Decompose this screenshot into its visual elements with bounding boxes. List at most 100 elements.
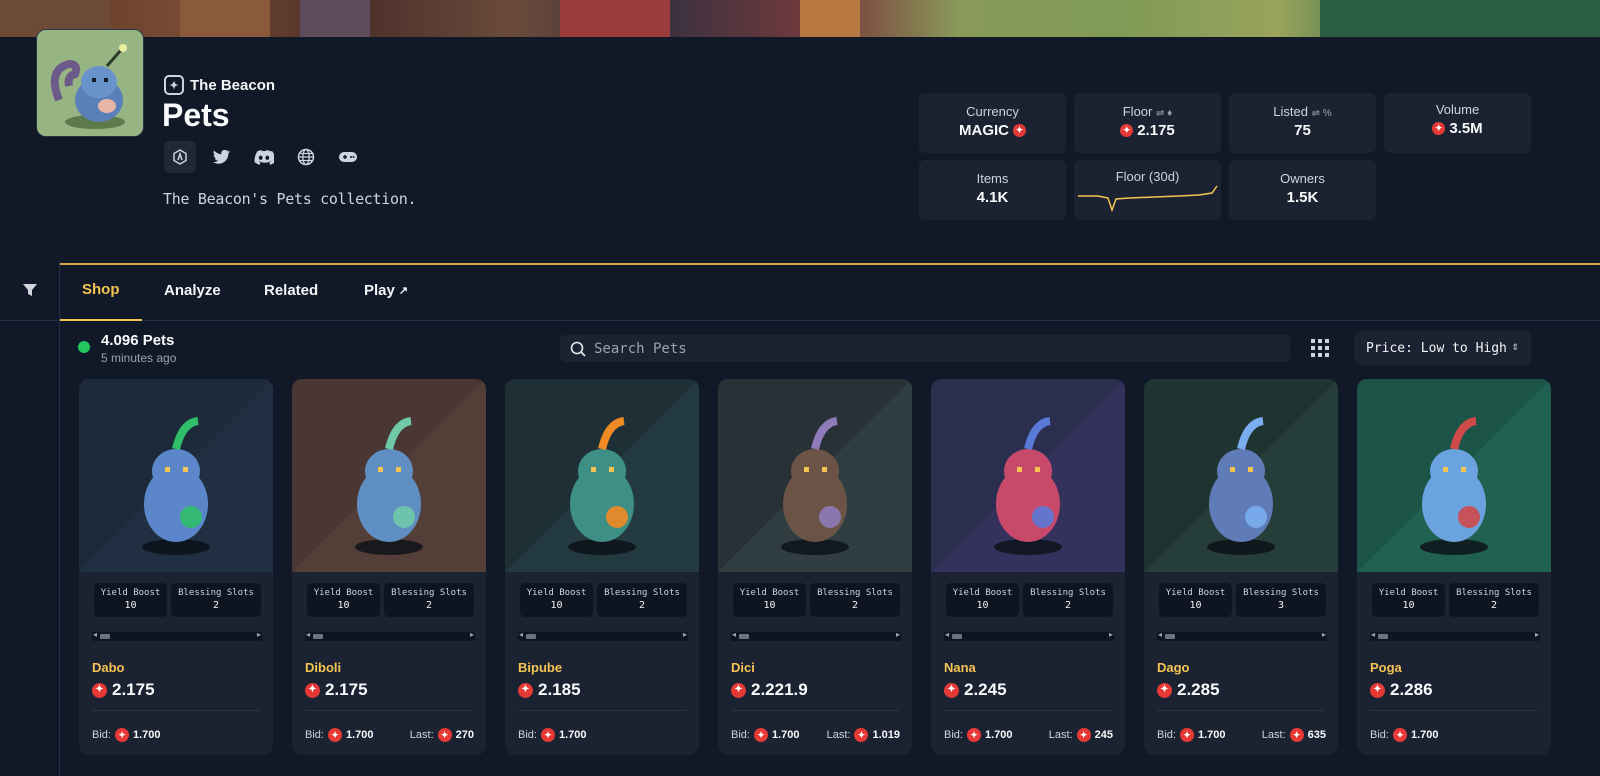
arbitrum-icon[interactable] xyxy=(164,141,196,173)
scroll-left-icon[interactable]: ◂ xyxy=(306,630,310,639)
stat-floor-30d[interactable]: Floor (30d) xyxy=(1074,160,1221,220)
pet-name[interactable]: Diboli xyxy=(305,660,341,675)
tab-analyze[interactable]: Analyze xyxy=(164,260,221,321)
scroll-right-icon[interactable]: ▸ xyxy=(896,630,900,639)
filter-icon[interactable] xyxy=(0,260,60,321)
attribute-blessing-slots[interactable]: Blessing Slots 2 xyxy=(384,583,474,617)
pet-image[interactable] xyxy=(292,379,486,572)
attribute-yield-boost[interactable]: Yield Boost 10 xyxy=(94,583,167,617)
pet-attributes: Yield Boost 10 Blessing Slots 3 xyxy=(1159,583,1326,617)
brand-name[interactable]: ✦ The Beacon xyxy=(164,75,275,95)
pet-name[interactable]: Poga xyxy=(1370,660,1402,675)
pet-image[interactable] xyxy=(1144,379,1338,572)
tab-shop[interactable]: Shop xyxy=(60,260,142,321)
attribute-yield-boost[interactable]: Yield Boost 10 xyxy=(946,583,1019,617)
attribute-label: Yield Boost xyxy=(1165,588,1226,598)
attributes-scrollbar[interactable]: ◂ ▸ xyxy=(1157,630,1327,641)
attributes-scrollbar[interactable]: ◂ ▸ xyxy=(518,630,688,641)
banner-tile xyxy=(1320,0,1600,37)
attribute-blessing-slots[interactable]: Blessing Slots 2 xyxy=(810,583,900,617)
pet-name[interactable]: Dago xyxy=(1157,660,1190,675)
attributes-scrollbar[interactable]: ◂ ▸ xyxy=(305,630,475,641)
stat-label: Items xyxy=(976,171,1009,186)
pet-card[interactable]: Yield Boost 10 Blessing Slots 3 ◂ ▸ Dago… xyxy=(1144,379,1338,755)
sort-select[interactable]: Price: Low to High ⇕ xyxy=(1354,331,1531,365)
last-value: 1.019 xyxy=(872,729,900,741)
attributes-scrollbar[interactable]: ◂ ▸ xyxy=(944,630,1114,641)
stat-floor[interactable]: Floor ⇌ ♦ ✦ 2.175 xyxy=(1074,93,1221,153)
pet-price: ✦ 2.185 xyxy=(518,680,581,700)
swap-eth-icon[interactable]: ⇌ ♦ xyxy=(1156,108,1172,119)
tab-related[interactable]: Related xyxy=(264,260,318,321)
scrollbar-thumb[interactable] xyxy=(100,634,110,639)
collection-header: ✦ The Beacon Pets The Beacon's Pets coll… xyxy=(0,29,1600,265)
top-bid: Bid: ✦ 1.700 xyxy=(1157,728,1226,742)
pet-name[interactable]: Dabo xyxy=(92,660,125,675)
pet-name[interactable]: Nana xyxy=(944,660,976,675)
pet-image[interactable] xyxy=(1357,379,1551,572)
search-input[interactable] xyxy=(594,340,1274,357)
scrollbar-thumb[interactable] xyxy=(952,634,962,639)
globe-icon[interactable] xyxy=(290,141,322,173)
scrollbar-thumb[interactable] xyxy=(313,634,323,639)
pet-card[interactable]: Yield Boost 10 Blessing Slots 2 ◂ ▸ Nana… xyxy=(931,379,1125,755)
stat-listed[interactable]: Listed ⇌ % 75 xyxy=(1229,93,1376,153)
attribute-label: Yield Boost xyxy=(313,588,374,598)
scrollbar-thumb[interactable] xyxy=(526,634,536,639)
scroll-right-icon[interactable]: ▸ xyxy=(470,630,474,639)
attribute-blessing-slots[interactable]: Blessing Slots 2 xyxy=(1449,583,1539,617)
attribute-blessing-slots[interactable]: Blessing Slots 2 xyxy=(171,583,261,617)
scroll-left-icon[interactable]: ◂ xyxy=(1158,630,1162,639)
last-sale: Last: ✦ 245 xyxy=(1049,728,1113,742)
tab-play[interactable]: Play ↗ xyxy=(364,260,408,321)
pet-image[interactable] xyxy=(79,379,273,572)
attribute-blessing-slots[interactable]: Blessing Slots 2 xyxy=(597,583,687,617)
pet-image[interactable] xyxy=(931,379,1125,572)
magic-icon: ✦ xyxy=(1120,124,1134,137)
scrollbar-thumb[interactable] xyxy=(1378,634,1388,639)
scroll-right-icon[interactable]: ▸ xyxy=(257,630,261,639)
pet-image[interactable] xyxy=(505,379,699,572)
scrollbar-thumb[interactable] xyxy=(1165,634,1175,639)
pet-name[interactable]: Dici xyxy=(731,660,755,675)
stat-value: 1.5K xyxy=(1286,189,1319,206)
pet-card[interactable]: Yield Boost 10 Blessing Slots 2 ◂ ▸ Poga… xyxy=(1357,379,1551,755)
magic-icon: ✦ xyxy=(1179,728,1194,742)
scroll-right-icon[interactable]: ▸ xyxy=(1535,630,1539,639)
grid-view-icon[interactable] xyxy=(1311,339,1331,359)
tab-label: Analyze xyxy=(164,282,221,299)
scroll-right-icon[interactable]: ▸ xyxy=(1322,630,1326,639)
scroll-left-icon[interactable]: ◂ xyxy=(519,630,523,639)
magic-icon: ✦ xyxy=(518,682,533,698)
attribute-yield-boost[interactable]: Yield Boost 10 xyxy=(1372,583,1445,617)
gamepad-icon[interactable] xyxy=(332,141,364,173)
twitter-icon[interactable] xyxy=(206,141,238,173)
attribute-yield-boost[interactable]: Yield Boost 10 xyxy=(1159,583,1232,617)
divider xyxy=(1157,710,1325,711)
attributes-scrollbar[interactable]: ◂ ▸ xyxy=(92,630,262,641)
pet-image[interactable] xyxy=(718,379,912,572)
attributes-scrollbar[interactable]: ◂ ▸ xyxy=(731,630,901,641)
scroll-left-icon[interactable]: ◂ xyxy=(93,630,97,639)
scroll-left-icon[interactable]: ◂ xyxy=(945,630,949,639)
scroll-right-icon[interactable]: ▸ xyxy=(683,630,687,639)
pet-card[interactable]: Yield Boost 10 Blessing Slots 2 ◂ ▸ Dici… xyxy=(718,379,912,755)
attribute-value: 10 xyxy=(337,600,350,611)
attribute-yield-boost[interactable]: Yield Boost 10 xyxy=(520,583,593,617)
scroll-right-icon[interactable]: ▸ xyxy=(1109,630,1113,639)
attribute-yield-boost[interactable]: Yield Boost 10 xyxy=(307,583,380,617)
scrollbar-thumb[interactable] xyxy=(739,634,749,639)
scroll-left-icon[interactable]: ◂ xyxy=(732,630,736,639)
pet-name[interactable]: Bipube xyxy=(518,660,562,675)
attributes-scrollbar[interactable]: ◂ ▸ xyxy=(1370,630,1540,641)
attribute-blessing-slots[interactable]: Blessing Slots 3 xyxy=(1236,583,1326,617)
attribute-blessing-slots[interactable]: Blessing Slots 2 xyxy=(1023,583,1113,617)
discord-icon[interactable] xyxy=(248,141,280,173)
attribute-yield-boost[interactable]: Yield Boost 10 xyxy=(733,583,806,617)
pet-card[interactable]: Yield Boost 10 Blessing Slots 2 ◂ ▸ Dibo… xyxy=(292,379,486,755)
swap-percent-icon[interactable]: ⇌ % xyxy=(1312,108,1332,119)
scroll-left-icon[interactable]: ◂ xyxy=(1371,630,1375,639)
pet-card[interactable]: Yield Boost 10 Blessing Slots 2 ◂ ▸ Dabo… xyxy=(79,379,273,755)
attribute-label: Yield Boost xyxy=(739,588,800,598)
pet-card[interactable]: Yield Boost 10 Blessing Slots 2 ◂ ▸ Bipu… xyxy=(505,379,699,755)
